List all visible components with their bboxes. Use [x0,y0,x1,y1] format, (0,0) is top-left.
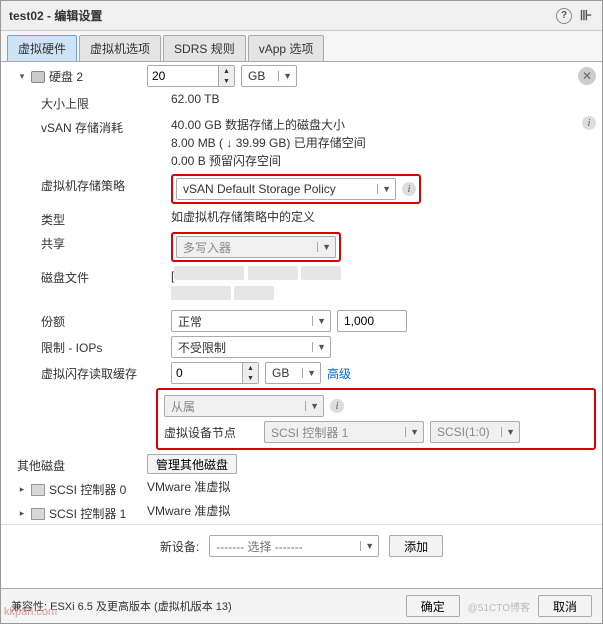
manage-other-disk-button[interactable]: 管理其他磁盘 [147,454,237,474]
watermark-text: kkpan.com [4,606,57,618]
scsi0-value: VMware 准虚拟 [147,478,230,495]
new-device-label: 新设备: [160,538,199,555]
vsan-usage-label: vSAN 存储消耗 [41,119,123,136]
redacted-text [248,266,298,280]
tab-sdrs-rules[interactable]: SDRS 规则 [163,35,246,61]
flash-cache-spinner[interactable]: ▲▼ [171,362,259,384]
spinner-up-icon[interactable]: ▲ [219,66,234,76]
flash-advanced-link[interactable]: 高级 [327,365,351,382]
limit-iops-value: 不受限制 [178,339,226,356]
storage-policy-value: vSAN Default Storage Policy [183,182,336,196]
scsi-controller-select[interactable]: SCSI 控制器 1 ▼ [264,421,424,443]
shares-label: 份额 [41,313,65,330]
disk-mode-select[interactable]: 从属 ▼ [164,395,324,417]
cancel-button[interactable]: 取消 [538,595,592,617]
chevron-down-icon: ▼ [501,427,515,437]
scsi-id-select[interactable]: SCSI(1:0) ▼ [430,421,520,443]
scsi-controller-value: SCSI 控制器 1 [271,424,348,441]
dialog-title: test02 - 编辑设置 [9,7,102,24]
watermark-author: @51CTO博客 [468,599,530,614]
sharing-value: 多写入器 [183,239,231,256]
storage-policy-label: 虚拟机存储策略 [41,177,125,194]
scsi-id-value: SCSI(1:0) [437,425,490,439]
type-value: 如虚拟机存储策略中的定义 [171,208,315,225]
collapse-icon[interactable]: ▾ [17,72,27,82]
pin-icon[interactable]: ⊪ [578,8,594,24]
chevron-down-icon: ▼ [302,368,316,378]
tab-virtual-hardware[interactable]: 虚拟硬件 [7,35,77,61]
remove-disk-button[interactable]: ✕ [578,67,596,85]
scsi-controller-icon [31,484,45,496]
limit-iops-label: 限制 - IOPs [41,339,102,356]
ok-button[interactable]: 确定 [406,595,460,617]
spinner-up-icon[interactable]: ▲ [243,363,258,373]
expand-icon[interactable]: ▸ [17,485,27,495]
new-device-select[interactable]: ------- 选择 ------- ▼ [209,535,379,557]
scsi1-value: VMware 准虚拟 [147,502,230,519]
max-size-value: 62.00 TB [171,92,219,106]
scsi0-label: SCSI 控制器 0 [49,481,126,498]
chevron-down-icon: ▼ [312,316,326,326]
settings-content: ▾ 硬盘 2 ▲▼ GB ▼ ✕ 大小上限 62.00 TB vSAN 存 [1,62,602,588]
tab-vm-options[interactable]: 虚拟机选项 [79,35,161,61]
shares-value: 正常 [178,313,202,330]
chevron-down-icon: ▼ [405,427,419,437]
new-device-row: 新设备: ------- 选择 ------- ▼ 添加 [1,524,602,567]
info-icon[interactable]: i [582,116,596,130]
limit-iops-select[interactable]: 不受限制 ▼ [171,336,331,358]
info-icon[interactable]: i [402,182,416,196]
vsan-line-1: 40.00 GB 数据存储上的磁盘大小 [171,116,366,134]
vsan-line-3: 0.00 B 预留闪存空间 [171,152,366,170]
chevron-down-icon: ▼ [278,71,292,81]
device-node-label: 虚拟设备节点 [164,424,236,441]
redacted-text [171,286,231,300]
sharing-label: 共享 [41,235,65,252]
storage-policy-select[interactable]: vSAN Default Storage Policy ▼ [176,178,396,200]
shares-select[interactable]: 正常 ▼ [171,310,331,332]
flash-cache-unit-select[interactable]: GB ▼ [265,362,321,384]
other-disk-label: 其他磁盘 [17,457,65,474]
add-device-button[interactable]: 添加 [389,535,443,557]
tab-vapp-options[interactable]: vApp 选项 [248,35,325,61]
sharing-select[interactable]: 多写入器 ▼ [176,236,336,258]
chevron-down-icon: ▼ [317,242,331,252]
new-device-placeholder: ------- 选择 ------- [216,538,303,555]
hard-disk-icon [31,71,45,83]
expand-icon[interactable]: ▸ [17,509,27,519]
redacted-text [301,266,341,280]
tab-bar: 虚拟硬件 虚拟机选项 SDRS 规则 vApp 选项 [1,31,602,62]
flash-cache-label: 虚拟闪存读取缓存 [41,365,137,382]
scsi-controller-icon [31,508,45,520]
disk-mode-value: 从属 [171,398,195,415]
disk-size-unit-select[interactable]: GB ▼ [241,65,297,87]
chevron-down-icon: ▼ [377,184,391,194]
flash-cache-unit-value: GB [272,366,289,380]
chevron-down-icon: ▼ [312,342,326,352]
chevron-down-icon: ▼ [360,541,374,551]
vsan-line-2: 8.00 MB ( ↓ 39.99 GB) 已用存储空间 [171,134,366,152]
max-size-label: 大小上限 [41,95,89,112]
info-icon[interactable]: i [330,399,344,413]
spinner-down-icon[interactable]: ▼ [243,373,258,383]
redacted-text [234,286,274,300]
spinner-down-icon[interactable]: ▼ [219,76,234,86]
flash-cache-input[interactable] [172,363,242,383]
disk-size-input[interactable] [148,66,218,86]
chevron-down-icon: ▼ [305,401,319,411]
disk-size-unit-value: GB [248,69,265,83]
disk-size-spinner[interactable]: ▲▼ [147,65,235,87]
hard-disk-label: 硬盘 2 [49,68,83,85]
type-label: 类型 [41,211,65,228]
shares-number-input[interactable] [337,310,407,332]
disk-file-label: 磁盘文件 [41,269,89,286]
scsi1-label: SCSI 控制器 1 [49,505,126,522]
help-icon[interactable]: ? [556,8,572,24]
redacted-text [174,266,244,280]
